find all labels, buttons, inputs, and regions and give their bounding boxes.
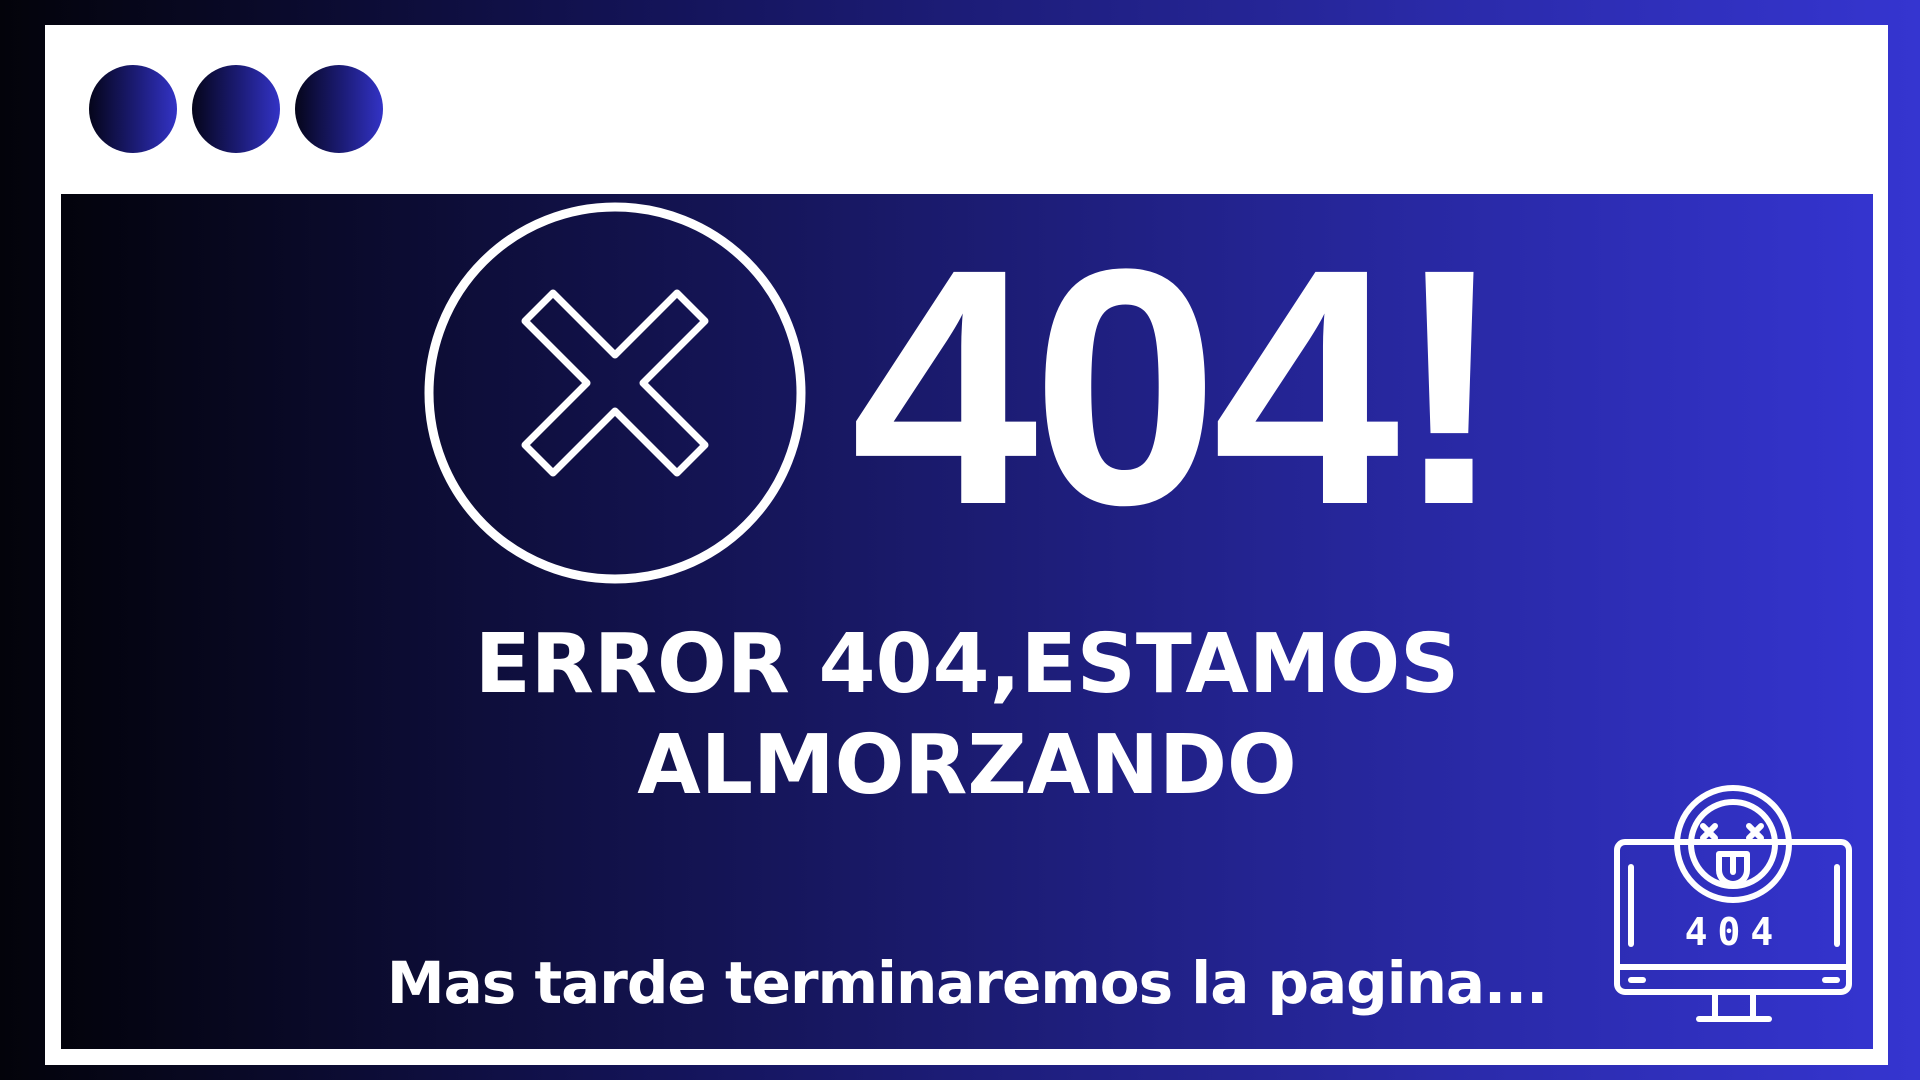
- error-headline-line-1: ERROR 404,ESTAMOS: [474, 617, 1460, 712]
- error-page-content: 404! ERROR 404,ESTAMOS ALMORZANDO Mas ta…: [61, 194, 1873, 1049]
- window-control-dot[interactable]: [192, 65, 280, 153]
- close-circle-icon: [424, 202, 806, 584]
- error-headline-line-2: ALMORZANDO: [637, 718, 1297, 813]
- window-control-dot[interactable]: [89, 65, 177, 153]
- error-code: 404!: [851, 200, 1505, 575]
- window-control-dot[interactable]: [295, 65, 383, 153]
- broken-monitor-icon: 404: [1614, 785, 1852, 1022]
- monitor-404-label: 404: [1685, 910, 1784, 954]
- error-message: Mas tarde terminaremos la pagina...: [386, 949, 1548, 1017]
- browser-window: 404! ERROR 404,ESTAMOS ALMORZANDO Mas ta…: [45, 25, 1888, 1065]
